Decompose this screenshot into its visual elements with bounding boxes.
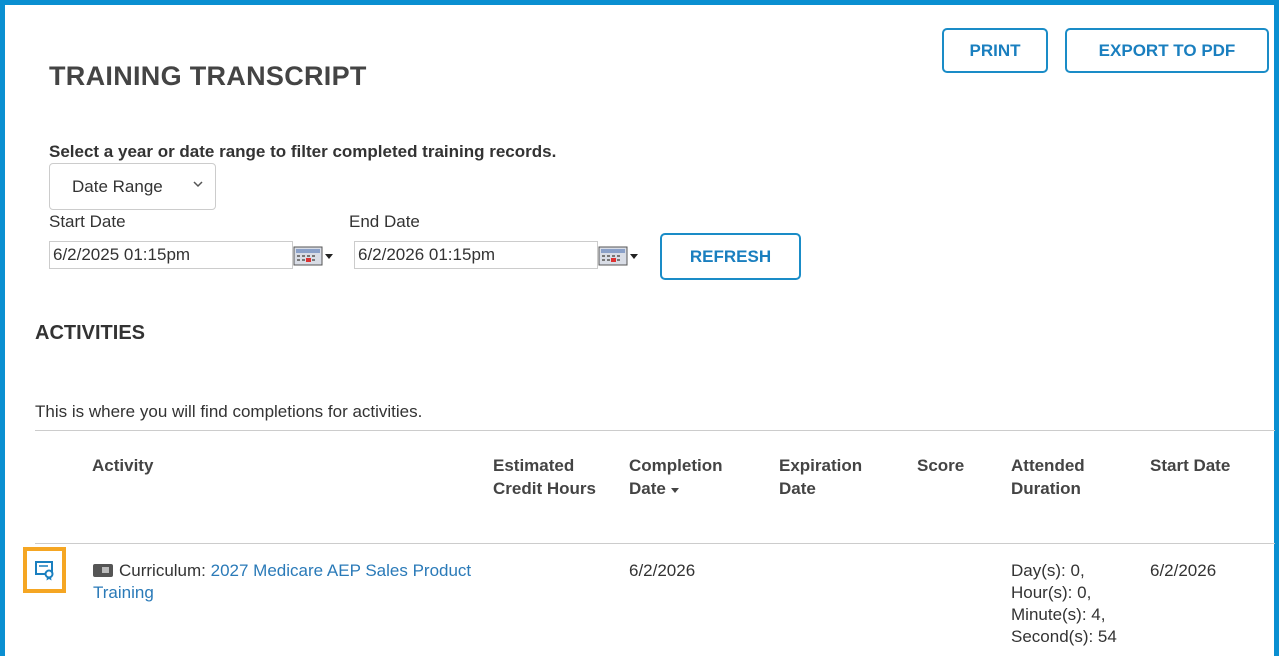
column-header-completion-date[interactable]: Completion Date xyxy=(629,454,759,500)
curriculum-icon xyxy=(93,564,113,577)
end-date-label: End Date xyxy=(349,212,420,231)
date-range-select[interactable]: Date Range xyxy=(49,163,216,210)
activities-section-title: ACTIVITIES xyxy=(35,322,146,344)
calendar-icon xyxy=(293,246,336,266)
certificate-icon xyxy=(34,561,53,581)
start-date-cell: 6/2/2026 xyxy=(1150,561,1217,580)
export-pdf-button[interactable]: EXPORT TO PDF xyxy=(1065,28,1269,73)
start-date-label: Start Date xyxy=(49,212,126,231)
start-date-picker-button[interactable] xyxy=(293,245,337,267)
sort-descending-icon xyxy=(670,487,679,493)
completion-date-cell: 6/2/2026 xyxy=(629,561,696,580)
transcript-panel: TRAINING TRANSCRIPT PRINT EXPORT TO PDF … xyxy=(0,0,1279,656)
column-header-credit-hours[interactable]: Estimated Credit Hours xyxy=(493,454,603,500)
print-button[interactable]: PRINT xyxy=(942,28,1048,73)
activity-cell: Curriculum: 2027 Medicare AEP Sales Prod… xyxy=(93,560,483,604)
table-top-divider xyxy=(35,430,1275,431)
start-date-input[interactable]: 6/2/2025 01:15pm xyxy=(49,241,293,269)
calendar-icon xyxy=(598,246,641,266)
end-date-picker-button[interactable] xyxy=(598,245,642,267)
column-header-start-date[interactable]: Start Date xyxy=(1150,454,1230,477)
date-range-select-value: Date Range xyxy=(72,176,163,196)
table-header-divider xyxy=(35,543,1275,544)
attended-duration-cell: Day(s): 0, Hour(s): 0, Minute(s): 4, Sec… xyxy=(1011,561,1117,646)
refresh-button[interactable]: REFRESH xyxy=(660,233,801,280)
column-header-attended-duration[interactable]: Attended Duration xyxy=(1011,454,1121,500)
end-date-input[interactable]: 6/2/2026 01:15pm xyxy=(354,241,598,269)
activity-type-prefix: Curriculum: xyxy=(119,561,206,580)
column-header-score[interactable]: Score xyxy=(917,454,964,477)
activities-description: This is where you will find completions … xyxy=(35,402,423,421)
filter-instruction: Select a year or date range to filter co… xyxy=(49,142,557,161)
column-header-activity[interactable]: Activity xyxy=(92,454,153,477)
column-header-expiration-date[interactable]: Expiration Date xyxy=(779,454,889,500)
chevron-down-icon xyxy=(193,181,203,188)
page-title: TRAINING TRANSCRIPT xyxy=(49,61,367,91)
view-certificate-button[interactable] xyxy=(23,547,66,593)
